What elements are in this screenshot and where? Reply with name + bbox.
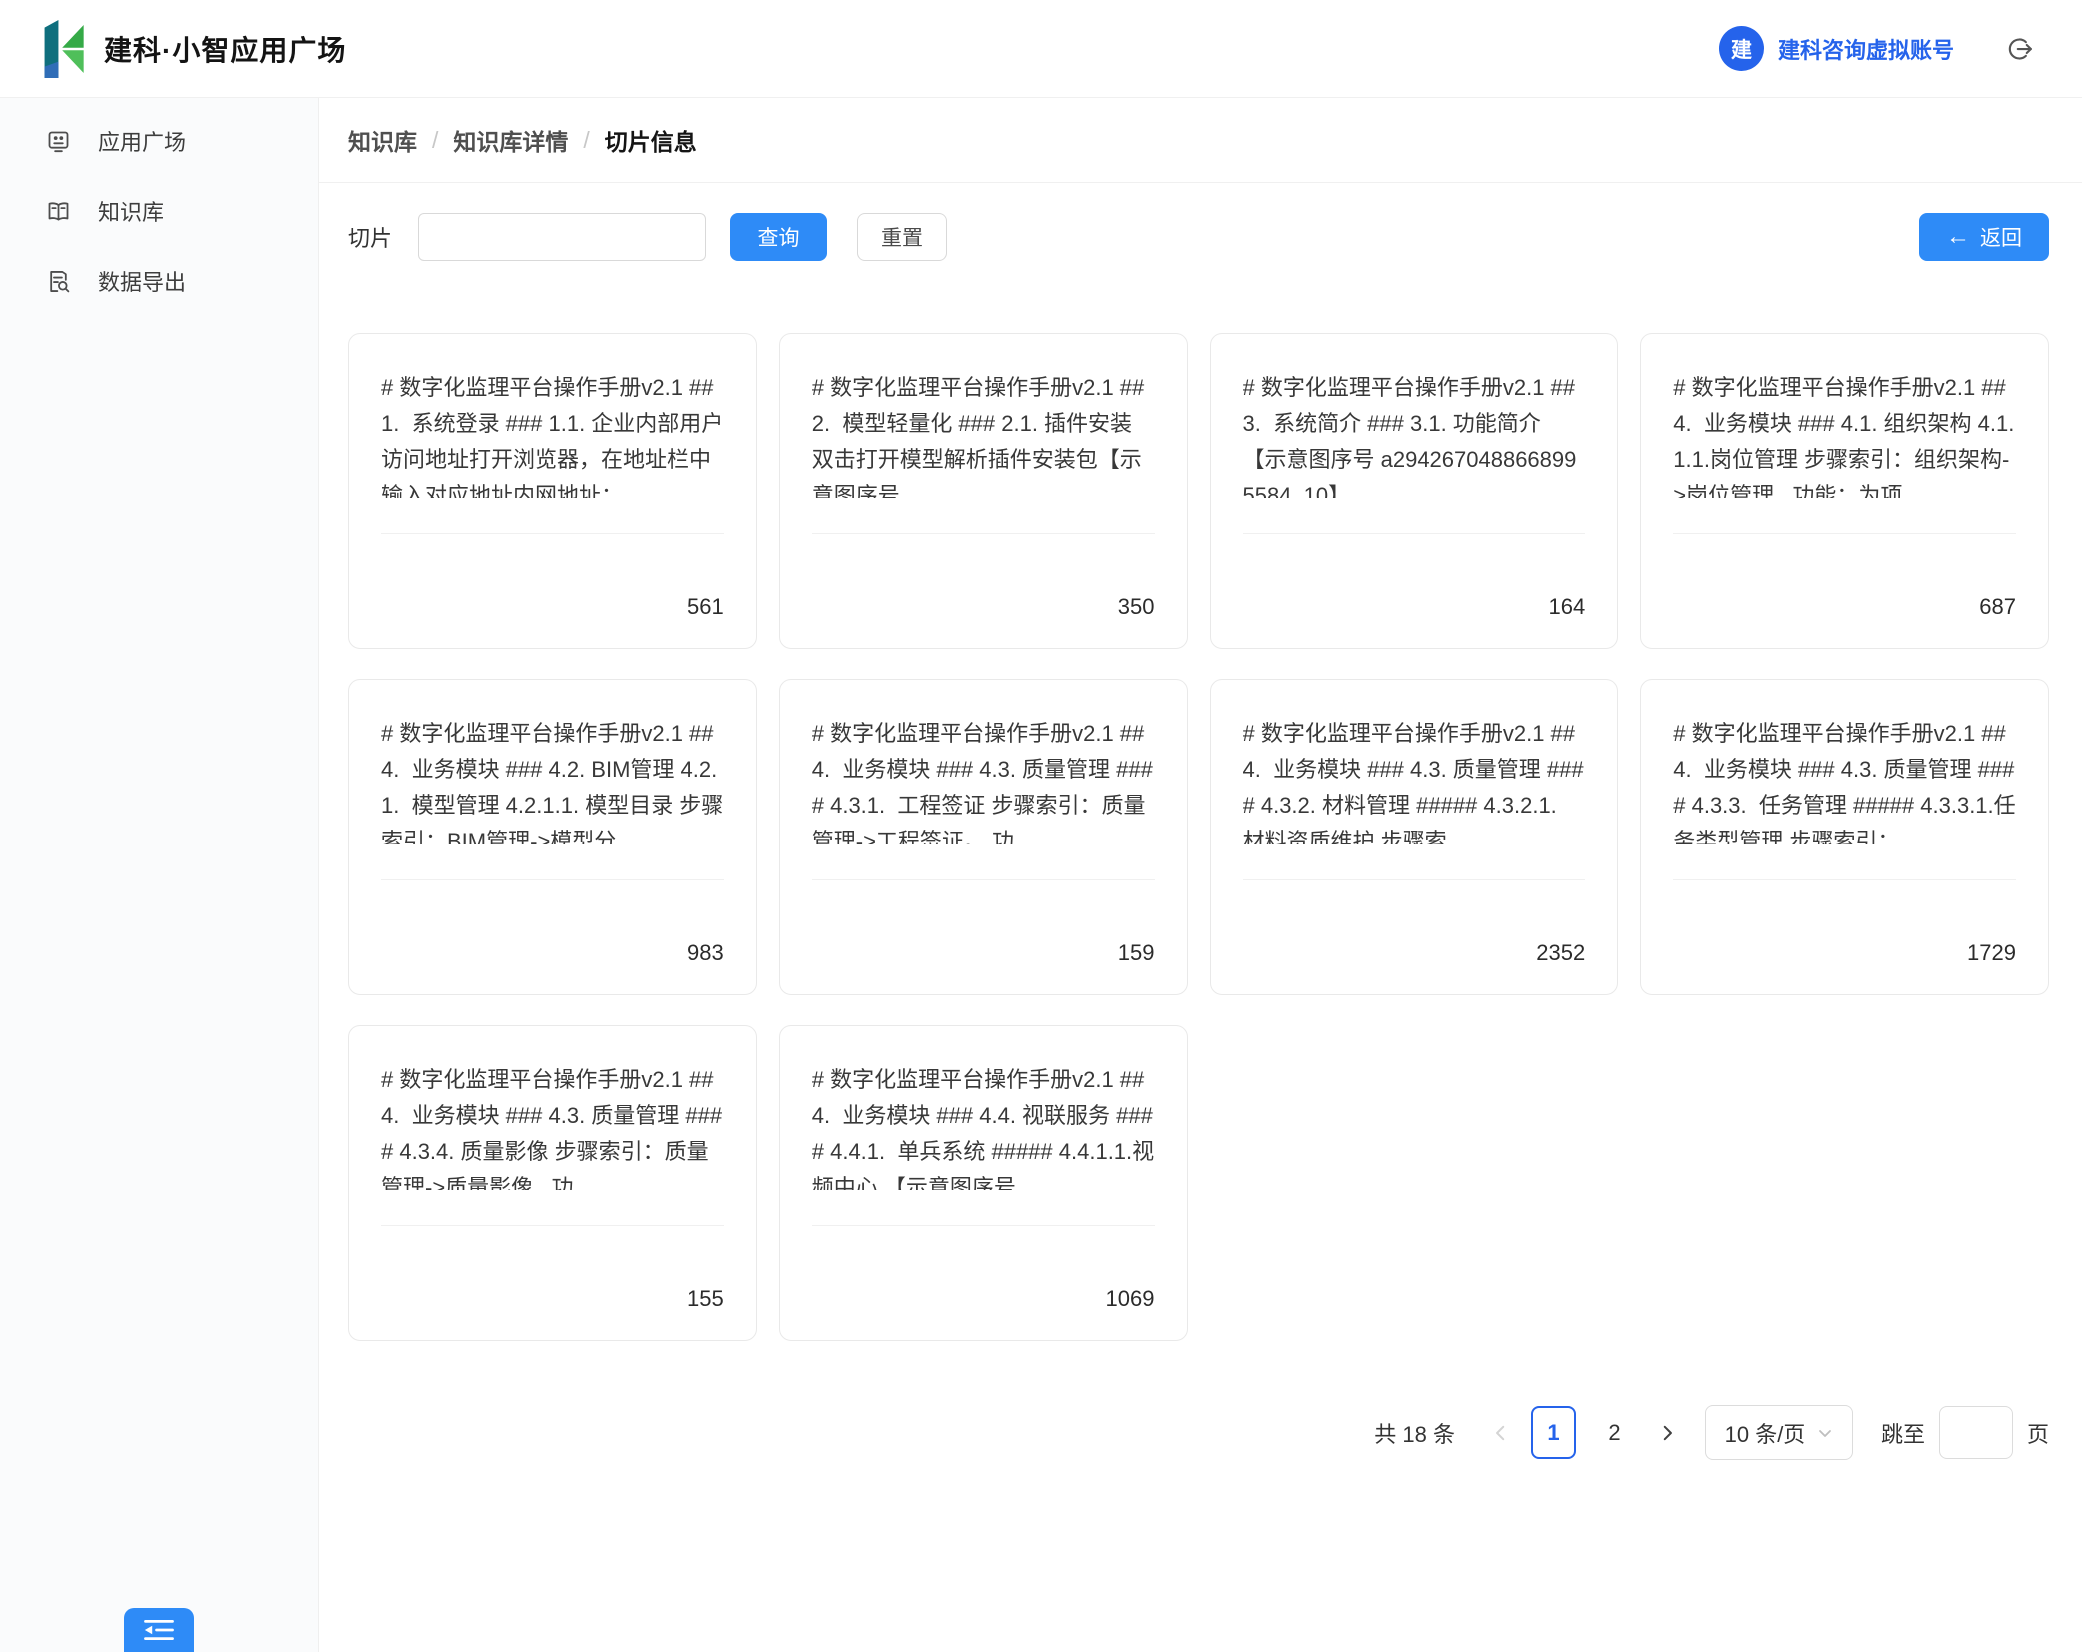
back-button-label: 返回	[1980, 222, 2022, 252]
account-name[interactable]: 建科咨询虚拟账号	[1778, 33, 1954, 65]
app-plaza-icon	[45, 128, 72, 155]
sidebar-item-label: 应用广场	[98, 125, 186, 157]
slice-card-divider	[812, 879, 1155, 880]
slice-card-divider	[812, 1225, 1155, 1226]
page-size-select[interactable]: 10 条/页	[1705, 1405, 1853, 1460]
slice-card-divider	[1243, 879, 1586, 880]
breadcrumb-kb-detail[interactable]: 知识库详情	[453, 123, 568, 157]
avatar[interactable]: 建	[1719, 26, 1764, 71]
slice-card-text: # 数字化监理平台操作手册v2.1 ## 4. 业务模块 ### 4.4. 视联…	[812, 1062, 1155, 1190]
sidebar-item-data-export[interactable]: 数据导出	[0, 246, 318, 316]
slice-card: # 数字化监理平台操作手册v2.1 ## 4. 业务模块 ### 4.3. 质量…	[348, 1025, 757, 1341]
slice-card-text: # 数字化监理平台操作手册v2.1 ## 1. 系统登录 ### 1.1. 企业…	[381, 370, 724, 498]
slice-card-text: # 数字化监理平台操作手册v2.1 ## 3. 系统简介 ### 3.1. 功能…	[1243, 370, 1586, 498]
app-logo-icon	[44, 20, 88, 78]
breadcrumb-knowledge-base[interactable]: 知识库	[348, 123, 417, 157]
sidebar-item-app-plaza[interactable]: 应用广场	[0, 106, 318, 176]
back-button[interactable]: ← 返回	[1919, 213, 2049, 261]
pagination-total: 共 18 条	[1374, 1417, 1455, 1449]
next-page-icon[interactable]	[1645, 1406, 1689, 1459]
sidebar: 应用广场 知识库 数据导出	[0, 98, 319, 1652]
page-number-1[interactable]: 1	[1531, 1406, 1576, 1459]
sidebar-item-label: 数据导出	[98, 265, 186, 297]
slice-card: # 数字化监理平台操作手册v2.1 ## 4. 业务模块 ### 4.1. 组织…	[1640, 333, 2049, 649]
slice-char-count: 350	[812, 594, 1155, 620]
slice-char-count: 2352	[1243, 940, 1586, 966]
slice-card-divider	[381, 1225, 724, 1226]
slice-card: # 数字化监理平台操作手册v2.1 ## 4. 业务模块 ### 4.2. BI…	[348, 679, 757, 995]
prev-page-icon[interactable]	[1479, 1406, 1523, 1459]
data-export-icon	[45, 268, 72, 295]
slice-card-grid: # 数字化监理平台操作手册v2.1 ## 1. 系统登录 ### 1.1. 企业…	[348, 333, 2049, 1341]
breadcrumb-separator: /	[432, 127, 438, 154]
slice-card-divider	[1243, 533, 1586, 534]
slice-card-text: # 数字化监理平台操作手册v2.1 ## 4. 业务模块 ### 4.2. BI…	[381, 716, 724, 844]
slice-char-count: 1729	[1673, 940, 2016, 966]
page-number-2[interactable]: 2	[1592, 1406, 1637, 1459]
slice-char-count: 159	[812, 940, 1155, 966]
pagination: 共 18 条 1 2 10 条/页 跳至 页	[319, 1405, 2049, 1460]
slice-char-count: 561	[381, 594, 724, 620]
slice-char-count: 983	[381, 940, 724, 966]
slice-card-divider	[381, 879, 724, 880]
breadcrumb-slice-info: 切片信息	[605, 123, 697, 157]
reset-button[interactable]: 重置	[857, 213, 947, 261]
menu-fold-icon	[143, 1618, 175, 1642]
slice-card: # 数字化监理平台操作手册v2.1 ## 4. 业务模块 ### 4.4. 视联…	[779, 1025, 1188, 1341]
chevron-down-icon	[1817, 1425, 1833, 1441]
search-button[interactable]: 查询	[730, 213, 827, 261]
slice-card: # 数字化监理平台操作手册v2.1 ## 1. 系统登录 ### 1.1. 企业…	[348, 333, 757, 649]
breadcrumb-separator: /	[583, 127, 589, 154]
slice-filter-label: 切片	[348, 221, 392, 253]
sidebar-item-knowledge-base[interactable]: 知识库	[0, 176, 318, 246]
sidebar-item-label: 知识库	[98, 195, 164, 227]
slice-card: # 数字化监理平台操作手册v2.1 ## 4. 业务模块 ### 4.3. 质量…	[1210, 679, 1619, 995]
slice-card-text: # 数字化监理平台操作手册v2.1 ## 4. 业务模块 ### 4.3. 质量…	[381, 1062, 724, 1190]
main-content: 知识库 / 知识库详情 / 切片信息 切片 查询 重置 ← 返回 # 数字化监理…	[319, 98, 2082, 1652]
slice-card: # 数字化监理平台操作手册v2.1 ## 2. 模型轻量化 ### 2.1. 插…	[779, 333, 1188, 649]
top-bar: 建科·小智应用广场 建 建科咨询虚拟账号	[0, 0, 2082, 98]
slice-card-divider	[1673, 879, 2016, 880]
slice-char-count: 687	[1673, 594, 2016, 620]
slice-char-count: 155	[381, 1286, 724, 1312]
slice-char-count: 164	[1243, 594, 1586, 620]
slice-card: # 数字化监理平台操作手册v2.1 ## 4. 业务模块 ### 4.3. 质量…	[1640, 679, 2049, 995]
logout-icon[interactable]	[2004, 34, 2034, 64]
knowledge-base-icon	[45, 198, 72, 225]
slice-card-text: # 数字化监理平台操作手册v2.1 ## 4. 业务模块 ### 4.3. 质量…	[1673, 716, 2016, 844]
slice-card-divider	[381, 533, 724, 534]
slice-card: # 数字化监理平台操作手册v2.1 ## 4. 业务模块 ### 4.3. 质量…	[779, 679, 1188, 995]
slice-card-text: # 数字化监理平台操作手册v2.1 ## 4. 业务模块 ### 4.3. 质量…	[1243, 716, 1586, 844]
slice-card-divider	[1673, 533, 2016, 534]
jump-to-label: 跳至	[1881, 1417, 1925, 1449]
page-size-value: 10 条/页	[1725, 1417, 1806, 1449]
collapse-sidebar-button[interactable]	[124, 1608, 194, 1652]
breadcrumb: 知识库 / 知识库详情 / 切片信息	[319, 98, 2082, 183]
slice-card-divider	[812, 533, 1155, 534]
filter-row: 切片 查询 重置 ← 返回	[348, 213, 2049, 261]
slice-card-text: # 数字化监理平台操作手册v2.1 ## 4. 业务模块 ### 4.3. 质量…	[812, 716, 1155, 844]
slice-char-count: 1069	[812, 1286, 1155, 1312]
jump-page-suffix: 页	[2027, 1417, 2049, 1449]
slice-card: # 数字化监理平台操作手册v2.1 ## 3. 系统简介 ### 3.1. 功能…	[1210, 333, 1619, 649]
back-arrow-icon: ←	[1946, 225, 1970, 249]
page-title: 建科·小智应用广场	[104, 29, 346, 69]
slice-card-text: # 数字化监理平台操作手册v2.1 ## 4. 业务模块 ### 4.1. 组织…	[1673, 370, 2016, 498]
jump-page-input[interactable]	[1939, 1406, 2013, 1459]
slice-card-text: # 数字化监理平台操作手册v2.1 ## 2. 模型轻量化 ### 2.1. 插…	[812, 370, 1155, 498]
slice-search-input[interactable]	[418, 213, 706, 261]
